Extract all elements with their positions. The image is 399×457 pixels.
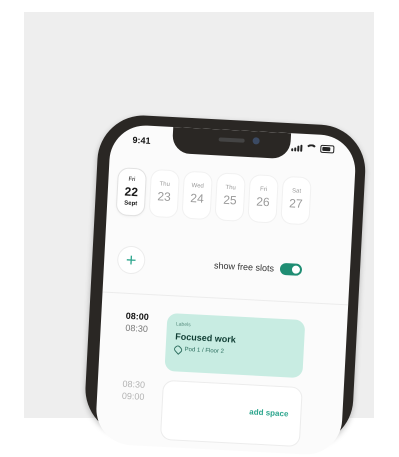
day-number: 26 [255,194,270,210]
day-24[interactable]: Wed 24 [182,171,212,220]
divider [102,291,349,306]
app-screen: 9:41 Fri 22 Sept Thu 23 Wed 24 Thu 25 Fr… [94,123,358,457]
day-name: Fri [128,176,136,184]
day-23[interactable]: Thu 23 [149,169,179,218]
free-slots-control: show free slots [214,259,303,276]
day-name: Fri [259,186,268,194]
add-booking-button[interactable]: + [117,246,145,274]
day-number: 27 [288,196,303,211]
day-number: 22 [124,184,139,200]
booking-title: Focused work [175,331,236,345]
day-25[interactable]: Thu 25 [215,173,245,221]
day-name: Thu [159,181,171,188]
location-pin-icon [172,344,184,355]
notch [171,127,292,160]
status-time: 9:41 [132,134,151,146]
booking-card[interactable]: Labels Focused work Pod 1 / Floor 2 [164,312,306,379]
day-22[interactable]: Fri 22 Sept [116,168,146,216]
day-number: 24 [190,191,205,206]
day-month: Sept [124,200,138,208]
time-slot-row: 08:00 08:30 Labels Focused work Pod 1 / … [102,310,348,379]
slot-end: 09:00 [121,390,145,402]
free-slots-toggle[interactable] [279,262,303,276]
plus-icon: + [125,249,138,271]
day-name: Thu [225,184,236,192]
day-name: Wed [191,183,204,190]
free-slot-card[interactable]: add space [160,380,302,447]
slot-start: 08:00 [125,310,150,322]
booking-location: Pod 1 / Floor 2 [172,344,294,359]
free-slots-label: show free slots [213,260,275,274]
day-27[interactable]: Sat 27 [281,176,311,225]
booking-place: Pod 1 / Floor 2 [184,346,225,355]
slot-time: 08:30 09:00 [115,378,152,402]
day-26[interactable]: Fri 26 [248,175,278,223]
date-strip: Fri 22 Sept Thu 23 Wed 24 Thu 25 Fri 26 … [116,168,311,225]
slot-end: 08:30 [125,322,149,334]
day-name: Sat [291,188,302,195]
day-number: 23 [157,189,172,204]
camera-icon [252,137,260,145]
wifi-icon [305,143,318,153]
battery-icon [320,144,335,154]
day-number: 25 [222,192,238,208]
signal-icon [291,144,303,152]
add-space-button[interactable]: add space [249,407,289,418]
speaker-grille [218,137,245,143]
time-slot-row: 08:30 09:00 add space [98,377,344,447]
status-icons [291,143,335,154]
phone-frame: 9:41 Fri 22 Sept Thu 23 Wed 24 Thu 25 Fr… [83,113,368,457]
slot-start: 08:30 [122,378,146,390]
slot-time: 08:00 08:30 [118,310,155,334]
